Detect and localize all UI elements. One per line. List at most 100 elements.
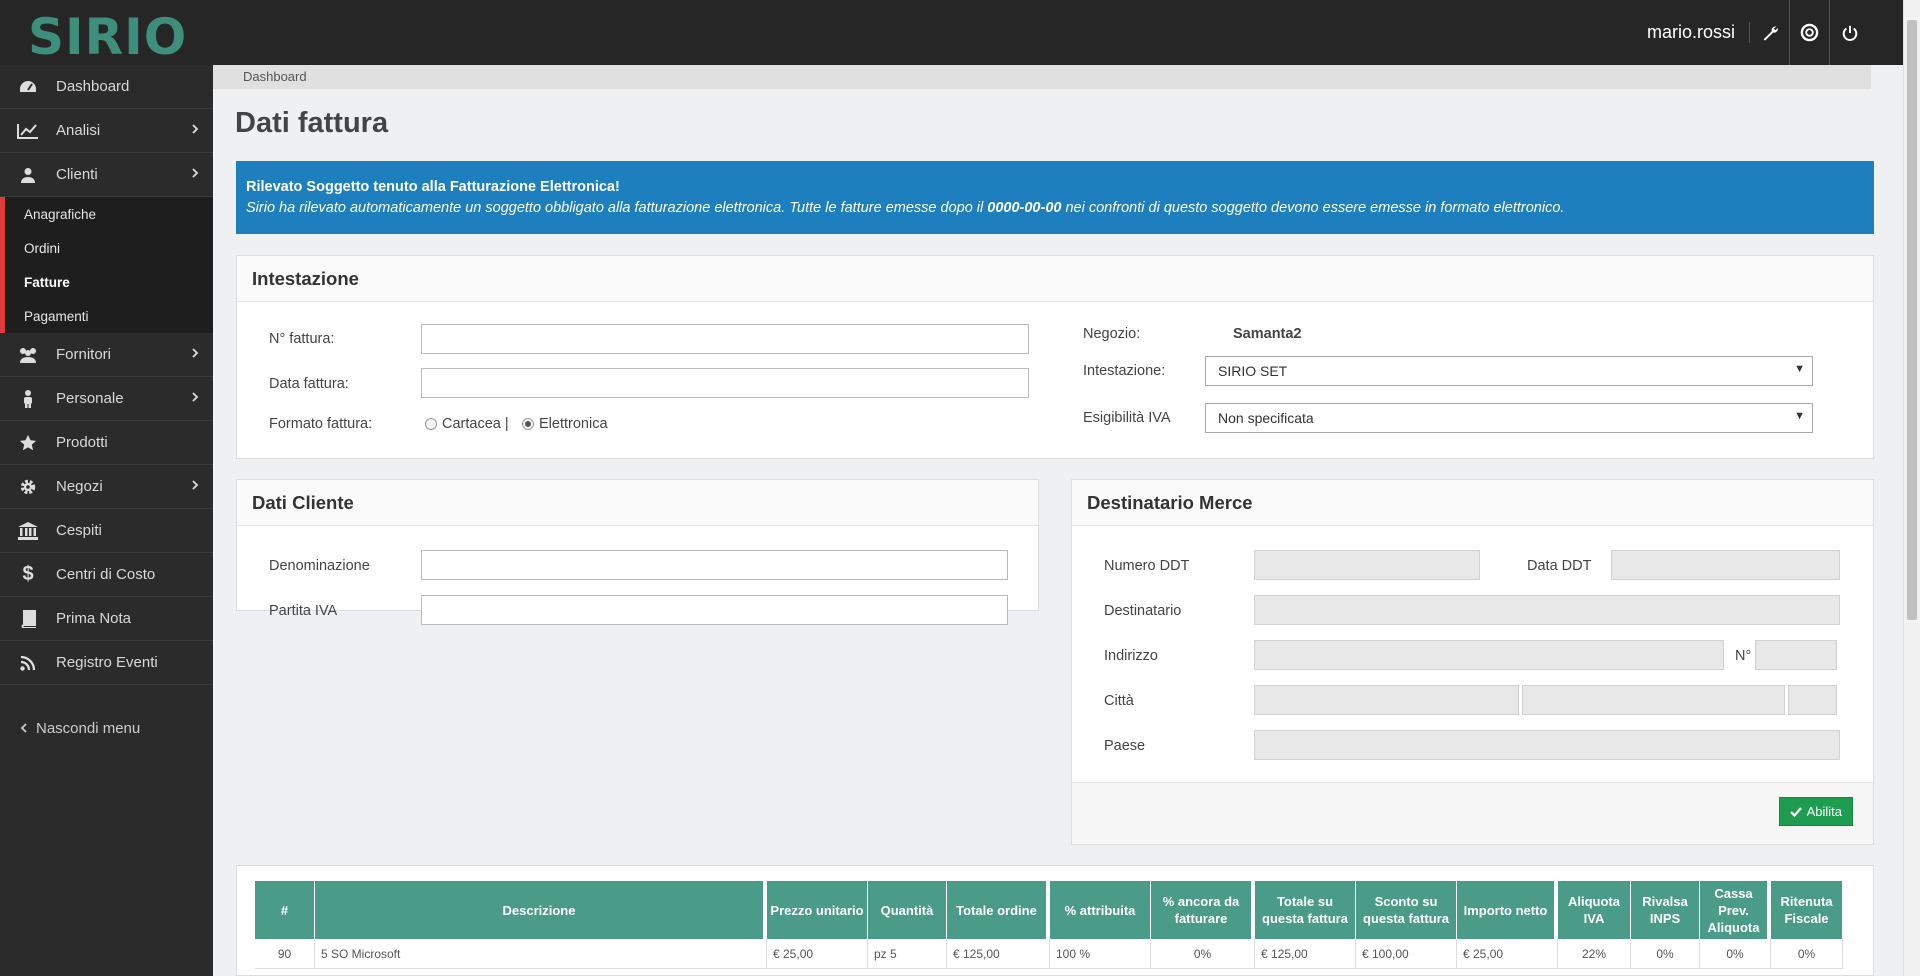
sidebar-item-centri-di-costo[interactable]: $ Centri di Costo bbox=[0, 553, 213, 597]
gear-icon bbox=[0, 478, 56, 496]
data-ddt-input[interactable] bbox=[1611, 550, 1840, 580]
bank-icon bbox=[0, 521, 56, 540]
indirizzo-input[interactable] bbox=[1254, 640, 1724, 670]
submenu-item-anagrafiche[interactable]: Anagrafiche bbox=[5, 197, 213, 231]
column-header: Prezzo unitario bbox=[767, 881, 868, 939]
column-header: Quantità bbox=[868, 881, 947, 939]
partita-iva-input[interactable] bbox=[421, 595, 1008, 625]
column-header: Totale ordine bbox=[947, 881, 1050, 939]
n-fattura-input[interactable] bbox=[421, 324, 1029, 354]
power-icon[interactable] bbox=[1830, 0, 1870, 65]
sidebar-item-clienti[interactable]: Clienti bbox=[0, 153, 213, 197]
intestazione-select[interactable]: SIRIO SET ▼ bbox=[1205, 356, 1813, 386]
sidebar-item-dashboard[interactable]: Dashboard bbox=[0, 65, 213, 109]
cell-percent-attributed[interactable]: 100 % bbox=[1050, 939, 1151, 969]
cell-net-amount: € 25,00 bbox=[1457, 939, 1558, 969]
citta-input[interactable] bbox=[1254, 685, 1519, 715]
column-header: % attribuita bbox=[1050, 881, 1151, 939]
sidebar-item-cespiti[interactable]: Cespiti bbox=[0, 509, 213, 553]
sidebar-item-label: Prodotti bbox=[56, 434, 108, 451]
radio-label: Cartacea | bbox=[442, 416, 509, 432]
formato-label: Formato fattura: bbox=[269, 416, 373, 432]
numero-ddt-input[interactable] bbox=[1254, 550, 1480, 580]
cell-ritenuta: 0% bbox=[1771, 939, 1843, 969]
cell-inps: 0% bbox=[1631, 939, 1700, 969]
chevron-right-icon bbox=[191, 390, 199, 407]
sidebar-item-personale[interactable]: Personale bbox=[0, 377, 213, 421]
partita-iva-label: Partita IVA bbox=[269, 603, 338, 619]
page-scrollbar[interactable] bbox=[1903, 0, 1920, 976]
sidebar-item-registro-eventi[interactable]: Registro Eventi bbox=[0, 641, 213, 685]
intestazione-panel: Intestazione N° fattura: Data fattura: F… bbox=[236, 255, 1874, 459]
formato-elettronica-radio[interactable]: Elettronica bbox=[522, 416, 608, 432]
cell-description[interactable]: 5 SO Microsoft bbox=[315, 939, 767, 969]
column-header: # bbox=[255, 881, 315, 939]
select-value: SIRIO SET bbox=[1218, 363, 1288, 379]
cell-discount[interactable]: € 100,00 bbox=[1356, 939, 1457, 969]
data-fattura-input[interactable] bbox=[421, 368, 1029, 398]
denominazione-label: Denominazione bbox=[269, 558, 370, 574]
submenu-item-fatture[interactable]: Fatture bbox=[5, 265, 213, 299]
esigibilita-select[interactable]: Non specificata ▼ bbox=[1205, 403, 1813, 433]
person-icon bbox=[0, 389, 56, 408]
book-icon bbox=[0, 609, 56, 628]
dropdown-arrow-icon: ▼ bbox=[1794, 363, 1805, 375]
panel-footer: Abilita bbox=[1072, 782, 1873, 844]
submenu-item-pagamenti[interactable]: Pagamenti bbox=[5, 299, 213, 333]
sidebar-item-label: Dashboard bbox=[56, 78, 130, 95]
sidebar-item-label: Personale bbox=[56, 390, 124, 407]
negozio-label: Negozio: bbox=[1083, 326, 1141, 342]
intestazione-label: Intestazione: bbox=[1083, 363, 1166, 379]
denominazione-input[interactable] bbox=[421, 550, 1008, 580]
provincia-input[interactable] bbox=[1788, 685, 1837, 715]
submenu-item-ordini[interactable]: Ordini bbox=[5, 231, 213, 265]
scrollbar-thumb[interactable] bbox=[1907, 20, 1917, 620]
breadcrumb: Dashboard bbox=[213, 65, 1871, 89]
top-bar: SIRIO mario.rossi bbox=[0, 0, 1920, 65]
panel-heading: Dati Cliente bbox=[237, 480, 1038, 526]
negozio-value: Samanta2 bbox=[1233, 326, 1302, 342]
sidebar-item-label: Registro Eventi bbox=[56, 654, 158, 671]
chevron-right-icon bbox=[191, 122, 199, 139]
hide-menu-link[interactable]: Nascondi menu bbox=[0, 713, 213, 743]
column-header: Totale su questa fattura bbox=[1255, 881, 1356, 939]
sidebar-item-negozi[interactable]: Negozi bbox=[0, 465, 213, 509]
destinatario-merce-panel: Destinatario Merce Numero DDT Data DDT D… bbox=[1071, 479, 1874, 845]
wrench-icon[interactable] bbox=[1750, 0, 1790, 65]
radio-button[interactable] bbox=[425, 418, 437, 430]
alert-title: Rilevato Soggetto tenuto alla Fatturazio… bbox=[246, 179, 620, 195]
radio-button-selected[interactable] bbox=[522, 418, 534, 430]
column-header: Ritenuta Fiscale bbox=[1771, 881, 1843, 939]
sidebar-item-prima-nota[interactable]: Prima Nota bbox=[0, 597, 213, 641]
breadcrumb-item-dashboard[interactable]: Dashboard bbox=[243, 69, 307, 84]
numero-ddt-label: Numero DDT bbox=[1104, 558, 1190, 574]
formato-cartacea-radio[interactable]: Cartacea | bbox=[425, 416, 509, 432]
column-header: Descrizione bbox=[315, 881, 767, 939]
paese-input[interactable] bbox=[1254, 730, 1840, 760]
sidebar-item-prodotti[interactable]: Prodotti bbox=[0, 421, 213, 465]
support-icon[interactable] bbox=[1790, 0, 1830, 65]
sidebar-item-analisi[interactable]: Analisi bbox=[0, 109, 213, 153]
numero-civico-input[interactable] bbox=[1755, 640, 1837, 670]
column-header: Aliquota IVA bbox=[1558, 881, 1631, 939]
column-header: Sconto su questa fattura bbox=[1356, 881, 1457, 939]
esigibilita-label: Esigibilità IVA bbox=[1083, 410, 1171, 426]
users-icon bbox=[0, 347, 56, 363]
cell-invoice-total: € 125,00 bbox=[1255, 939, 1356, 969]
chart-icon bbox=[0, 123, 56, 139]
alert-text: Sirio ha rilevato automaticamente un sog… bbox=[246, 200, 1565, 216]
destinatario-input[interactable] bbox=[1254, 595, 1840, 625]
column-header: Rivalsa INPS bbox=[1631, 881, 1700, 939]
sidebar-item-label: Negozi bbox=[56, 478, 103, 495]
username[interactable]: mario.rossi bbox=[1647, 22, 1750, 43]
cap-input[interactable] bbox=[1522, 685, 1785, 715]
alert-date: 0000-00-00 bbox=[987, 200, 1062, 216]
dashboard-icon bbox=[0, 79, 56, 95]
data-fattura-label: Data fattura: bbox=[269, 376, 349, 392]
cell-order-total: € 125,00 bbox=[947, 939, 1050, 969]
sidebar-item-fornitori[interactable]: Fornitori bbox=[0, 333, 213, 377]
abilita-button[interactable]: Abilita bbox=[1778, 797, 1853, 826]
sirio-logo[interactable]: SIRIO bbox=[28, 6, 194, 60]
chevron-right-icon bbox=[191, 478, 199, 495]
sidebar-item-label: Analisi bbox=[56, 122, 101, 139]
